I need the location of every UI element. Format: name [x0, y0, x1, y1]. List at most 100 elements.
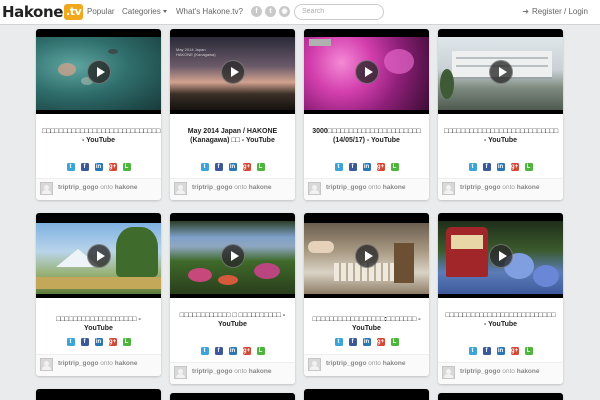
facebook-icon[interactable]: f [482, 347, 491, 355]
facebook-icon[interactable]: f [80, 338, 89, 346]
pin-user[interactable]: triptrip_gogo [326, 360, 366, 367]
video-card[interactable] [304, 389, 429, 400]
pin-user[interactable]: triptrip_gogo [192, 184, 232, 191]
video-thumbnail[interactable] [304, 29, 429, 114]
search-input[interactable] [302, 8, 380, 15]
line-icon[interactable]: L [122, 163, 131, 171]
pin-user[interactable]: triptrip_gogo [192, 368, 232, 375]
card-title[interactable]: □□□□□□□□□□□□□□□□□□□□□□□□□□ - YouTube [444, 311, 557, 329]
video-card[interactable]: □□□□□□□□□□□□□□□□□□□□□□□□□□□□ - YouTube t… [36, 29, 161, 200]
nav-popular[interactable]: Popular [87, 7, 115, 16]
rss-icon[interactable]: ◉ [279, 6, 290, 17]
avatar[interactable] [174, 366, 187, 379]
linkedin-icon[interactable]: in [228, 163, 237, 171]
avatar[interactable] [442, 182, 455, 195]
video-thumbnail[interactable] [170, 213, 295, 298]
facebook-icon[interactable]: f [214, 347, 223, 355]
pin-user[interactable]: triptrip_gogo [326, 184, 366, 191]
video-thumbnail[interactable] [36, 213, 161, 298]
play-icon[interactable] [354, 59, 379, 84]
video-thumbnail[interactable] [170, 393, 295, 400]
pin-board[interactable]: hakone [383, 360, 406, 367]
linkedin-icon[interactable]: in [362, 338, 371, 346]
avatar[interactable] [40, 182, 53, 195]
avatar[interactable] [442, 366, 455, 379]
linkedin-icon[interactable]: in [496, 163, 505, 171]
video-card[interactable]: □□□□□□□□□□□□□□□□□□□□□□□□□□□ - YouTube t … [438, 29, 563, 200]
google-plus-icon[interactable]: g+ [108, 163, 117, 171]
video-thumbnail[interactable] [304, 389, 429, 400]
twitter-icon[interactable]: t [334, 163, 343, 171]
google-plus-icon[interactable]: g+ [108, 338, 117, 346]
line-icon[interactable]: L [524, 163, 533, 171]
pin-user[interactable]: triptrip_gogo [58, 184, 98, 191]
line-icon[interactable]: L [256, 163, 265, 171]
card-title[interactable]: May 2014 Japan / HAKONE (Kanagawa) □□ - … [176, 127, 289, 145]
avatar[interactable] [40, 358, 53, 371]
google-plus-icon[interactable]: g+ [242, 347, 251, 355]
play-icon[interactable] [354, 243, 379, 268]
pin-board[interactable]: hakone [517, 368, 540, 375]
video-thumbnail[interactable] [36, 389, 161, 400]
video-card[interactable]: □□□□□□□□□□□□□□□□□:□□□□□□□ - YouTube t f … [304, 213, 429, 376]
pin-user[interactable]: triptrip_gogo [460, 368, 500, 375]
google-plus-icon[interactable]: g+ [242, 163, 251, 171]
linkedin-icon[interactable]: in [94, 338, 103, 346]
play-icon[interactable] [86, 243, 111, 268]
card-title[interactable]: □□□□□□□□□□□□□□□□□□□ - YouTube [42, 315, 155, 333]
card-title[interactable]: □□□□□□□□□□□□□□□□□□□□□□□□□□□□ - YouTube [42, 127, 160, 145]
twitter-icon[interactable]: t [334, 338, 343, 346]
twitter-icon[interactable]: t [66, 163, 75, 171]
nav-categories[interactable]: Categories [122, 7, 167, 16]
avatar[interactable] [174, 182, 187, 195]
video-thumbnail[interactable] [304, 213, 429, 298]
pin-board[interactable]: hakone [249, 184, 272, 191]
video-thumbnail[interactable] [438, 213, 563, 298]
video-card[interactable]: □□□□□□□□□□□□□□□□□□□□□□□□□□ - YouTube t f… [438, 213, 563, 384]
line-icon[interactable]: L [390, 163, 399, 171]
play-icon[interactable] [86, 59, 111, 84]
facebook-icon[interactable]: f [80, 163, 89, 171]
facebook-icon[interactable]: f [348, 163, 357, 171]
twitter-icon[interactable]: t [468, 163, 477, 171]
twitter-icon[interactable]: t [200, 347, 209, 355]
play-icon[interactable] [488, 243, 513, 268]
linkedin-icon[interactable]: in [94, 163, 103, 171]
play-icon[interactable] [220, 59, 245, 84]
search-box[interactable] [294, 4, 384, 20]
pin-user[interactable]: triptrip_gogo [58, 360, 98, 367]
video-card[interactable] [36, 389, 161, 400]
register-login-link[interactable]: ➜ Register / Login [522, 7, 588, 16]
card-title[interactable]: □□□□□□□□□□□□□□□□□□□□□□□□□□□ - YouTube [444, 127, 558, 145]
card-title[interactable]: 3000□□□□□□□□□□□□□□□□□□□□□□ (14/05/17) - … [310, 127, 423, 145]
video-card[interactable] [438, 393, 563, 400]
play-icon[interactable] [488, 59, 513, 84]
line-icon[interactable]: L [256, 347, 265, 355]
line-icon[interactable]: L [524, 347, 533, 355]
pin-board[interactable]: hakone [383, 184, 406, 191]
video-thumbnail[interactable]: May 2014 Japan HAKONE (Kanagawa) [170, 29, 295, 114]
card-title[interactable]: □□□□□□□□□□□□ □ □□□□□□□□□□ - YouTube [176, 311, 289, 329]
pin-user[interactable]: triptrip_gogo [460, 184, 500, 191]
video-card[interactable]: □□□□□□□□□□□□□□□□□□□ - YouTube t f in g+ … [36, 213, 161, 376]
facebook-icon[interactable]: f [251, 6, 262, 17]
avatar[interactable] [308, 358, 321, 371]
twitter-icon[interactable]: t [468, 347, 477, 355]
video-thumbnail[interactable] [438, 393, 563, 400]
line-icon[interactable]: L [390, 338, 399, 346]
linkedin-icon[interactable]: in [228, 347, 237, 355]
linkedin-icon[interactable]: in [496, 347, 505, 355]
twitter-icon[interactable]: t [66, 338, 75, 346]
video-card[interactable]: May 2014 Japan HAKONE (Kanagawa) May 2014… [170, 29, 295, 200]
pin-board[interactable]: hakone [517, 184, 540, 191]
video-card[interactable]: 3000□□□□□□□□□□□□□□□□□□□□□□ (14/05/17) - … [304, 29, 429, 200]
google-plus-icon[interactable]: g+ [510, 163, 519, 171]
play-icon[interactable] [220, 243, 245, 268]
pin-board[interactable]: hakone [115, 360, 138, 367]
nav-about[interactable]: What's Hakone.tv? [176, 7, 243, 16]
pin-board[interactable]: hakone [249, 368, 272, 375]
facebook-icon[interactable]: f [348, 338, 357, 346]
video-thumbnail[interactable] [36, 29, 161, 114]
card-title[interactable]: □□□□□□□□□□□□□□□□□:□□□□□□□ - YouTube [310, 315, 423, 333]
google-plus-icon[interactable]: g+ [376, 338, 385, 346]
